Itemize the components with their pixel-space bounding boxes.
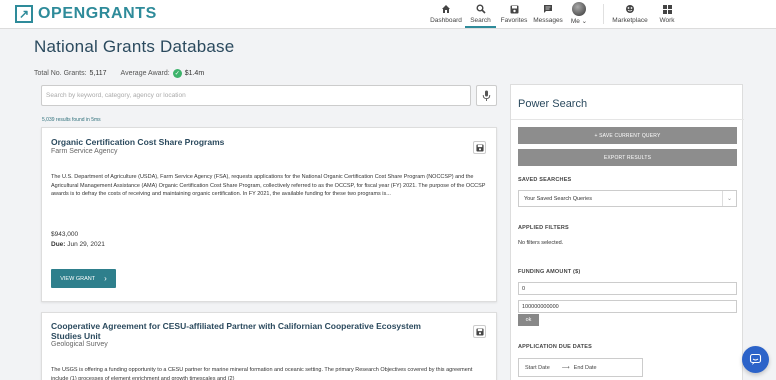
save-icon — [475, 143, 484, 152]
due-label: Due: — [51, 241, 66, 248]
nav-favorites[interactable]: Favorites — [501, 2, 527, 28]
grant-title[interactable]: Cooperative Agreement for CESU-affiliate… — [51, 321, 431, 341]
logo[interactable]: ↗ OPENGRANTS — [15, 5, 157, 23]
saved-searches-select[interactable]: Your Saved Search Queries ⌄ — [518, 190, 737, 207]
search-bar — [41, 85, 471, 106]
chevron-down-icon: ⌄ — [722, 191, 736, 206]
voice-search-button[interactable] — [476, 85, 497, 106]
power-search-panel: Power Search + SAVE CURRENT QUERY EXPORT… — [510, 84, 744, 380]
nav-dashboard-label: Dashboard — [430, 17, 462, 24]
average-award-label: Average Award: — [120, 70, 170, 77]
funding-min-input[interactable]: 0 — [518, 282, 737, 295]
arrow-right-icon: ⟶ — [561, 364, 570, 371]
save-grant-button[interactable] — [473, 141, 486, 154]
grant-agency: Geological Survey — [51, 341, 108, 348]
funding-amount-label: FUNDING AMOUNT ($) — [518, 269, 581, 275]
grant-description: The USGS is offering a funding opportuni… — [51, 367, 473, 380]
date-range-picker[interactable]: Start Date ⟶ End Date — [518, 358, 643, 377]
grant-card: Cooperative Agreement for CESU-affiliate… — [41, 312, 497, 380]
marketplace-icon — [625, 2, 635, 16]
due-value: Jun 29, 2021 — [67, 241, 105, 248]
grant-stats: Total No. Grants: 5,117 Average Award: ✓… — [34, 69, 204, 78]
top-navigation: ↗ OPENGRANTS Dashboard Search Favorites … — [0, 0, 776, 29]
nav-search[interactable]: Search — [465, 2, 496, 28]
due-dates-label: APPLICATION DUE DATES — [518, 344, 592, 350]
avatar — [572, 2, 586, 16]
avatar-wrap — [572, 2, 586, 16]
check-circle-icon: ✓ — [172, 69, 182, 78]
saved-searches-label: SAVED SEARCHES — [518, 177, 572, 183]
nav-work-label: Work — [659, 17, 675, 24]
average-award-value: $1.4m — [184, 70, 205, 77]
save-icon — [510, 2, 519, 16]
grant-amount: $943,000 — [51, 231, 79, 238]
nav-work[interactable]: Work — [656, 2, 678, 28]
end-date[interactable]: End Date — [574, 365, 597, 371]
chevron-right-icon: › — [104, 274, 107, 283]
grant-agency: Farm Service Agency — [51, 148, 118, 155]
home-icon — [441, 2, 451, 16]
grid-icon — [662, 2, 672, 16]
nav-search-label: Search — [470, 17, 491, 24]
start-date[interactable]: Start Date — [525, 365, 550, 371]
view-grant-label: VIEW GRANT — [60, 275, 96, 282]
nav-marketplace[interactable]: Marketplace — [612, 2, 648, 28]
search-input[interactable] — [46, 92, 470, 99]
grant-description: The U.S. Department of Agriculture (USDA… — [51, 174, 486, 197]
nav-dashboard[interactable]: Dashboard — [430, 2, 462, 28]
power-search-title: Power Search — [518, 98, 588, 110]
save-query-button[interactable]: + SAVE CURRENT QUERY — [518, 127, 737, 144]
saved-searches-value: Your Saved Search Queries — [524, 195, 592, 202]
chat-button[interactable] — [742, 346, 769, 373]
total-grants-value: 5,117 — [89, 70, 107, 77]
funding-ok-button[interactable]: ok — [518, 314, 539, 326]
nav-me-label: Me ⌄ — [570, 18, 588, 25]
nav-messages[interactable]: Messages — [533, 2, 563, 28]
divider — [511, 119, 744, 120]
microphone-icon — [482, 90, 491, 101]
nav-messages-label: Messages — [533, 17, 563, 24]
search-icon — [476, 2, 486, 16]
grant-title[interactable]: Organic Certification Cost Share Program… — [51, 137, 431, 147]
grant-due-date: Due: Jun 29, 2021 — [51, 241, 105, 248]
view-grant-button[interactable]: VIEW GRANT › — [51, 269, 116, 288]
save-grant-button[interactable] — [473, 325, 486, 338]
export-results-button[interactable]: EXPORT RESULTS — [518, 149, 737, 166]
no-filters-text: No filters selected. — [518, 240, 564, 246]
logo-arrow-icon: ↗ — [15, 5, 33, 23]
nav-marketplace-label: Marketplace — [612, 17, 648, 24]
message-icon — [543, 2, 553, 16]
grant-card: Organic Certification Cost Share Program… — [41, 127, 497, 302]
nav-me[interactable]: Me ⌄ — [569, 2, 589, 28]
total-grants-label: Total No. Grants: — [34, 70, 87, 77]
chat-icon — [749, 353, 762, 365]
page-title: National Grants Database — [34, 37, 235, 56]
results-count: 5,039 results found in 5ms — [42, 117, 101, 123]
save-icon — [475, 327, 484, 336]
nav-divider — [603, 4, 604, 24]
applied-filters-label: APPLIED FILTERS — [518, 225, 569, 231]
brand-name: OPENGRANTS — [38, 5, 157, 22]
funding-max-input[interactable]: 100000000000 — [518, 300, 737, 313]
nav-favorites-label: Favorites — [500, 17, 528, 24]
